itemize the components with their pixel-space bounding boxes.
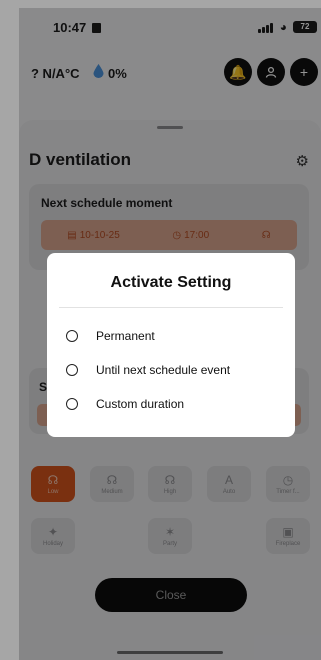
option-permanent-label: Permanent [96,329,155,343]
radio-permanent[interactable] [66,330,78,342]
option-until-next-schedule[interactable]: Until next schedule event [66,363,230,377]
option-until-next-schedule-label: Until next schedule event [96,363,231,377]
option-permanent[interactable]: Permanent [66,329,155,343]
activate-setting-dialog: Activate Setting Permanent Until next sc… [47,253,295,437]
dialog-divider [59,307,283,308]
dialog-title: Activate Setting [110,274,232,291]
option-custom-duration[interactable]: Custom duration [66,397,184,411]
option-custom-duration-label: Custom duration [96,397,185,411]
radio-until-next-schedule[interactable] [66,364,78,376]
radio-custom-duration[interactable] [66,398,78,410]
